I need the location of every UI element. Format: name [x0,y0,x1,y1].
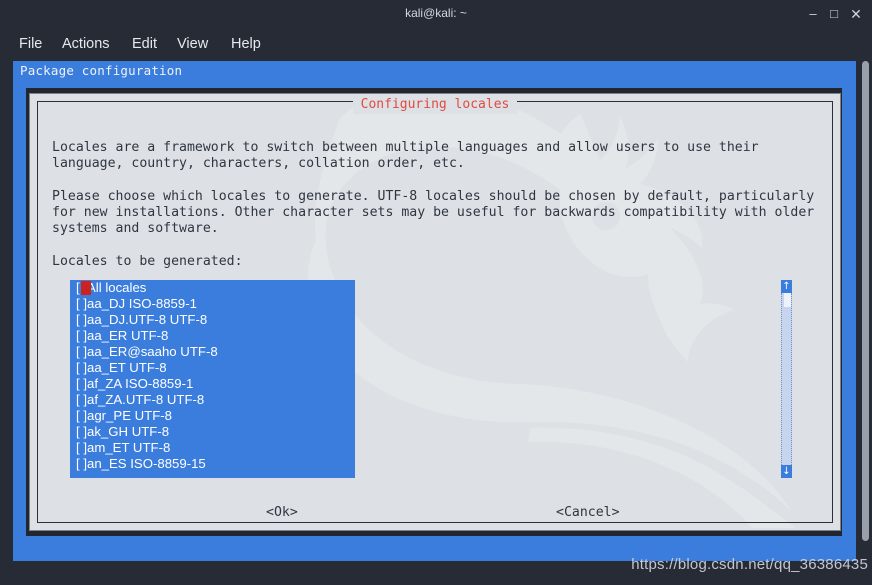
window-titlebar: kali@kali: ~ – □ ✕ [0,0,872,27]
list-item-checkbox[interactable]: [ ] [76,328,87,343]
terminal-window: kali@kali: ~ – □ ✕ File Actions Edit Vie… [0,0,872,585]
list-item-checkbox[interactable]: [ ] [76,312,87,327]
list-item-checkbox[interactable]: [ ] [76,392,87,407]
menu-item-edit[interactable]: Edit [130,27,159,61]
list-item[interactable]: [ ]aa_ER@saaho UTF-8 [70,344,355,360]
list-item-label: am_ET UTF-8 [87,440,171,455]
menubar: File Actions Edit View Help [0,27,872,61]
dialog-title-wrap: Configuring locales [38,94,832,114]
blog-watermark: https://blog.csdn.net/qq_36386435 [631,556,868,573]
list-item-checkbox[interactable]: [ ] [76,296,87,311]
menu-item-help[interactable]: Help [229,27,263,61]
locales-list-label: Locales to be generated: [52,254,243,269]
window-title: kali@kali: ~ [405,6,467,20]
cancel-button[interactable]: <Cancel> [556,505,620,520]
list-item[interactable]: [ ]agr_PE UTF-8 [70,408,355,424]
list-item[interactable]: [ ]af_ZA ISO-8859-1 [70,376,355,392]
instructions-paragraph: Please choose which locales to generate.… [52,189,815,236]
list-item[interactable]: [ ]ak_GH UTF-8 [70,424,355,440]
list-item-checkbox[interactable]: [ ] [76,440,87,455]
list-item-label: aa_ER UTF-8 [87,328,169,343]
locales-scrollbar[interactable]: ↑ ↓ [781,280,792,478]
list-item-label: an_ES ISO-8859-15 [87,456,206,471]
maximize-icon[interactable]: □ [827,7,841,21]
list-item-checkbox[interactable]: [ ] [76,344,87,359]
locales-checklist[interactable]: [ ]All locales [ ]aa_DJ ISO-8859-1 [ ]aa… [70,280,355,478]
configuring-locales-dialog: Configuring locales Locales are a framew… [29,93,841,531]
minimize-icon[interactable]: – [806,7,820,21]
list-item-label: af_ZA.UTF-8 UTF-8 [87,392,205,407]
list-item-checkbox[interactable]: [ ] [76,456,87,471]
list-item[interactable]: [ ]aa_DJ ISO-8859-1 [70,296,355,312]
list-item[interactable]: [ ]af_ZA.UTF-8 UTF-8 [70,392,355,408]
scrollbar-track[interactable] [781,293,792,465]
list-item-label: aa_ER@saaho UTF-8 [87,344,218,359]
list-item-label: agr_PE UTF-8 [87,408,173,423]
menu-item-view[interactable]: View [175,27,210,61]
list-item-label: aa_ET UTF-8 [87,360,167,375]
package-configuration-screen: Package configuration Configuring locale… [13,61,856,561]
close-icon[interactable]: ✕ [849,7,863,21]
list-item[interactable]: [ ]aa_ET UTF-8 [70,360,355,376]
intro-paragraph: Locales are a framework to switch betwee… [52,140,759,171]
list-item-checkbox[interactable]: [ ] [76,424,87,439]
list-item[interactable]: [ ]All locales [70,280,355,296]
selection-cursor [81,281,91,295]
menu-item-actions[interactable]: Actions [60,27,112,61]
list-item-checkbox[interactable]: [ ] [76,408,87,423]
list-item[interactable]: [ ]aa_DJ.UTF-8 UTF-8 [70,312,355,328]
terminal-scrollbar-thumb[interactable] [862,61,869,541]
scroll-up-icon[interactable]: ↑ [781,280,792,293]
list-item-checkbox[interactable]: [ ] [76,376,87,391]
list-item-label: aa_DJ.UTF-8 UTF-8 [87,312,208,327]
backtitle: Package configuration [20,63,183,78]
list-item-label: aa_DJ ISO-8859-1 [87,296,197,311]
menu-item-file[interactable]: File [17,27,44,61]
scroll-down-icon[interactable]: ↓ [781,465,792,478]
list-item-label: All locales [87,280,147,295]
list-item-checkbox[interactable]: [ ] [76,360,87,375]
list-item-label: ak_GH UTF-8 [87,424,170,439]
list-item[interactable]: [ ]am_ET UTF-8 [70,440,355,456]
ok-button[interactable]: <Ok> [266,505,298,520]
list-item[interactable]: [ ]an_ES ISO-8859-15 [70,456,355,472]
scrollbar-thumb[interactable] [784,293,791,307]
list-item[interactable]: [ ]aa_ER UTF-8 [70,328,355,344]
dialog-title: Configuring locales [352,96,518,114]
terminal-scrollbar[interactable] [861,61,870,561]
list-item-label: af_ZA ISO-8859-1 [87,376,194,391]
